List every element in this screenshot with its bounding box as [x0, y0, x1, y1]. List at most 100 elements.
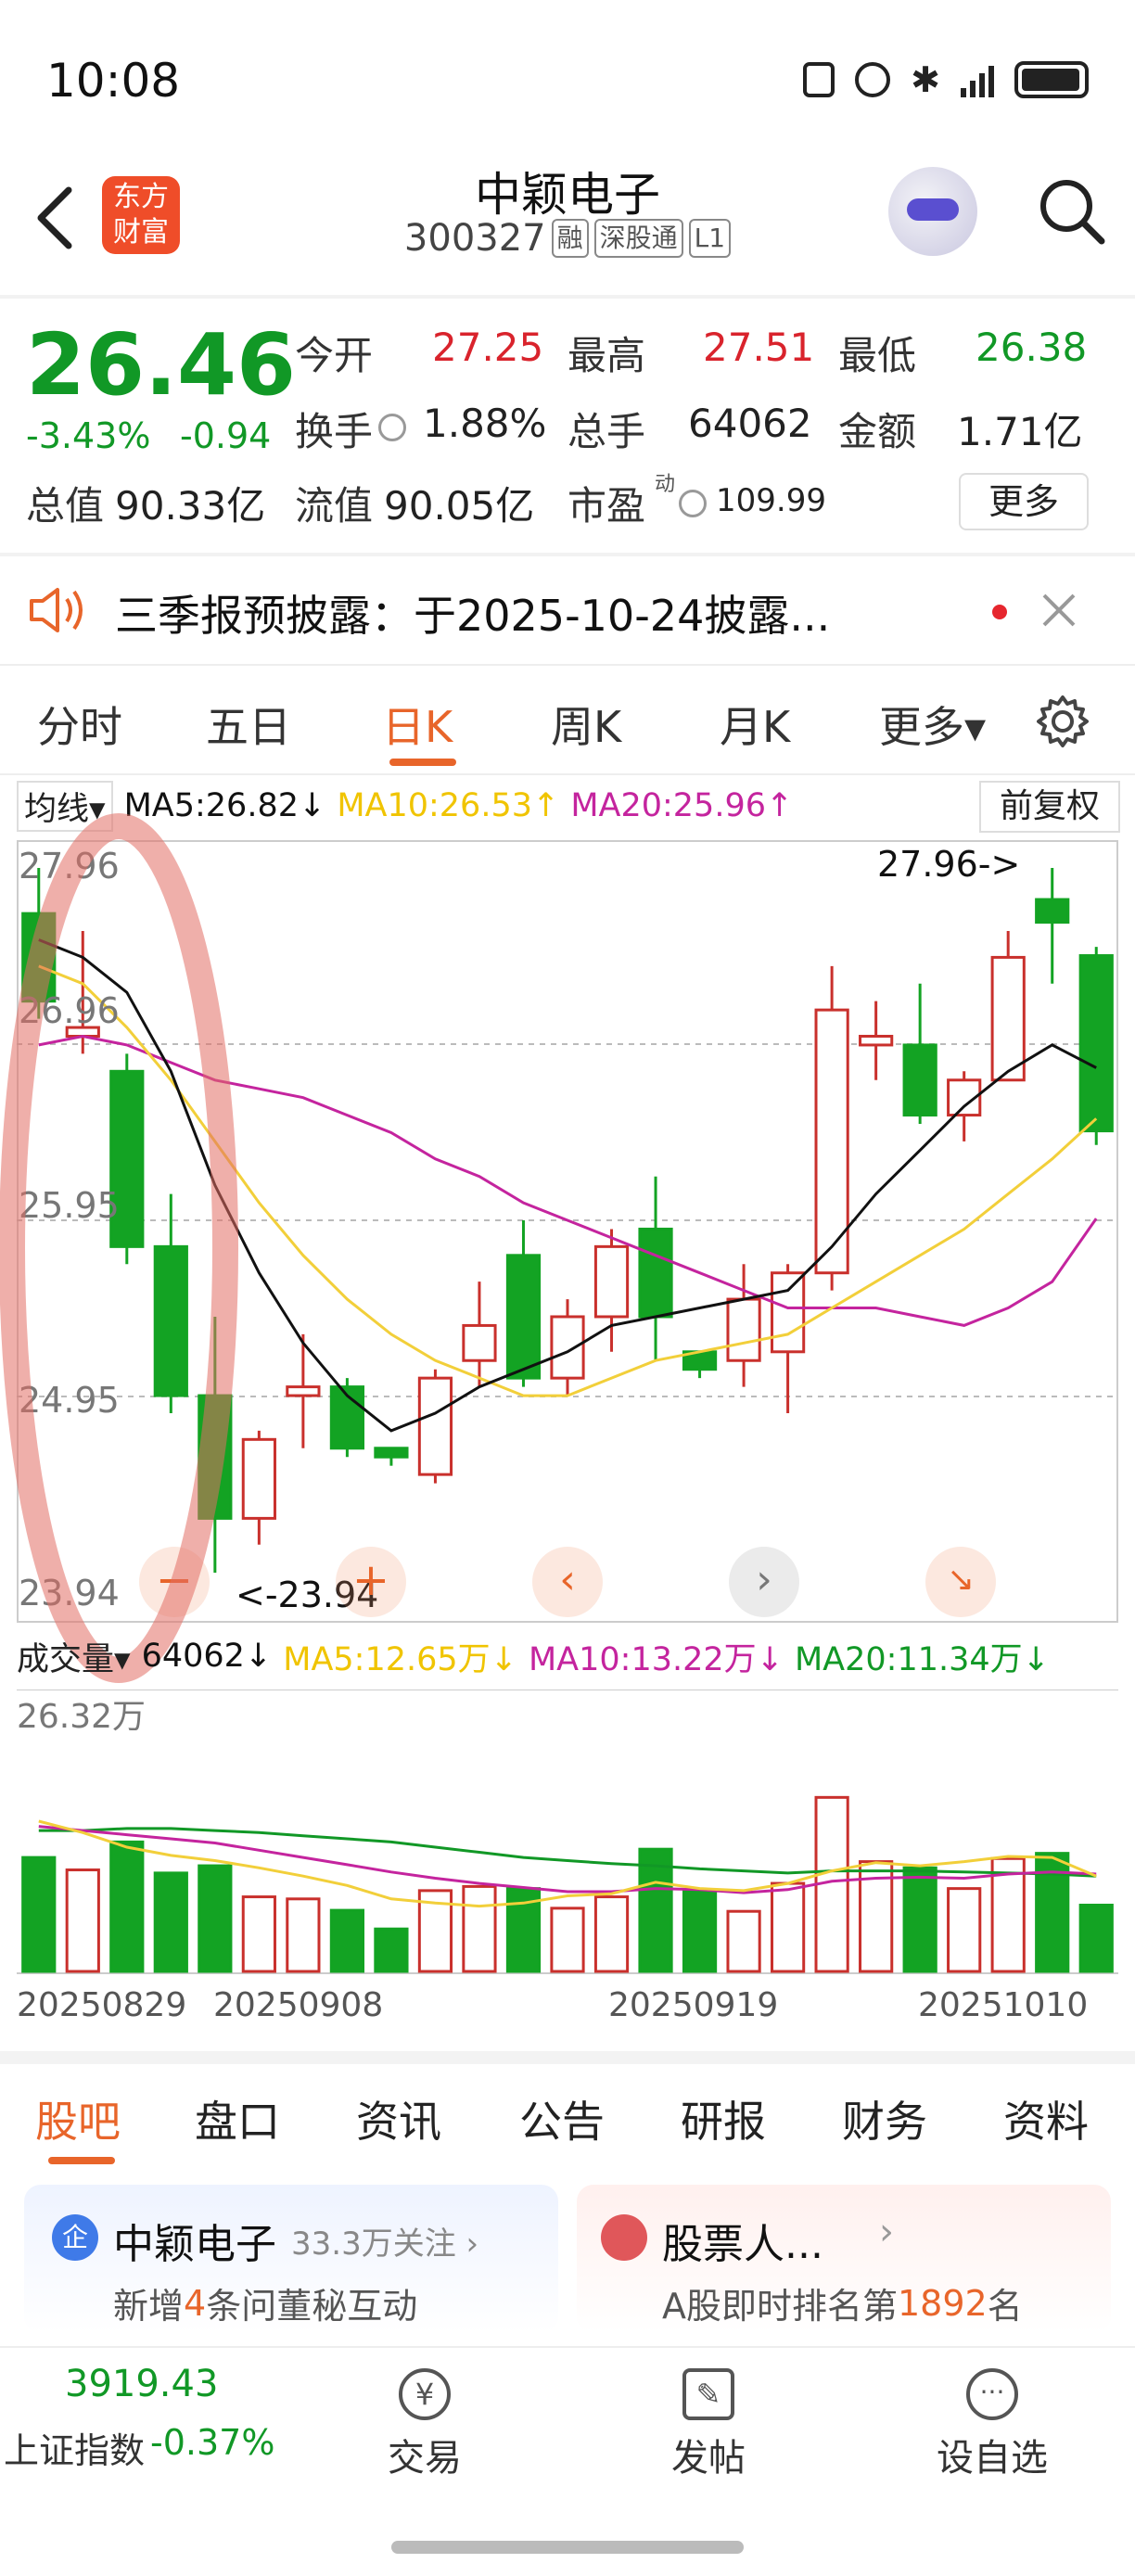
- robot-eye-icon: [907, 198, 959, 221]
- volume-bar-up: [593, 1895, 630, 1973]
- info-icon[interactable]: [378, 414, 406, 441]
- price-chart[interactable]: 27.96 26.96 25.95 24.95 23.94 27.96-> <-…: [0, 813, 1118, 1683]
- notice-bar[interactable]: 三季报预披露：于2025-10-24披露...: [0, 556, 1135, 664]
- enterprise-badge-icon: 企: [52, 2214, 98, 2261]
- rank-number: 1892: [898, 2282, 988, 2324]
- tab-intraday[interactable]: 分时: [37, 694, 122, 755]
- tab-profile[interactable]: 资料: [1003, 2088, 1089, 2149]
- candle-up: [770, 1271, 806, 1354]
- pe-info-icon[interactable]: [679, 490, 707, 517]
- candle-up: [241, 1437, 276, 1520]
- low-label: 最低: [838, 333, 917, 378]
- zoom-out-button[interactable]: −: [139, 1547, 210, 1617]
- candle-down: [21, 912, 57, 1003]
- tab-pankou[interactable]: 盘口: [195, 2088, 280, 2149]
- trade-label: 交易: [388, 2437, 462, 2480]
- tab-daily-k[interactable]: 日K: [382, 694, 453, 755]
- company-card-desc: 新增 4 条问董秘互动: [113, 2277, 417, 2328]
- adjust-button[interactable]: 前复权: [979, 781, 1120, 833]
- close-icon[interactable]: [1039, 590, 1079, 631]
- float-value: 90.05亿: [384, 483, 535, 529]
- scroll-right-button[interactable]: ›: [729, 1547, 799, 1617]
- more-button[interactable]: 更多: [959, 473, 1089, 530]
- tab-five-day[interactable]: 五日: [206, 694, 291, 755]
- ma-selector[interactable]: 均线▾: [17, 780, 113, 832]
- period-tabs: 分时 五日 日K 周K 月K 更多▾: [0, 666, 1135, 773]
- candle-up: [990, 955, 1026, 1082]
- battery-icon: [1014, 61, 1089, 98]
- header: 东方 财富 中颖电子 300327 融 深股通 L1: [0, 158, 1135, 287]
- y-label-3: 25.95: [19, 1185, 120, 1226]
- stock-code: 300327: [403, 217, 546, 260]
- volume-bar-up: [550, 1906, 585, 1973]
- date-label-1: 20250829: [17, 1986, 187, 2024]
- ma20-value: MA20:25.96↑: [570, 787, 794, 824]
- trade-button[interactable]: ¥ 交易: [360, 2368, 490, 2481]
- bluetooth-icon: ✱: [911, 59, 940, 100]
- bottom-nav: 3919.43 上证指数 -0.37% ¥ 交易 ✎ 发帖 ··· 设自选: [0, 2346, 1135, 2576]
- volume-bar-up: [462, 1884, 497, 1973]
- index-change: -0.37%: [150, 2422, 275, 2463]
- rank-suffix: 名: [987, 2286, 1023, 2327]
- settings-gear-icon[interactable]: [1035, 694, 1090, 749]
- status-icons: ✱: [803, 59, 1089, 100]
- candle-down: [198, 1394, 233, 1520]
- add-watchlist-button[interactable]: ··· 设自选: [927, 2368, 1057, 2481]
- candle-up: [726, 1297, 761, 1362]
- company-card[interactable]: 企 中颖电子 33.3万关注 › 新增 4 条问董秘互动: [24, 2185, 558, 2333]
- tab-announcement[interactable]: 公告: [519, 2088, 605, 2149]
- tab-guba[interactable]: 股吧: [35, 2088, 121, 2149]
- post-button[interactable]: ✎ 发帖: [644, 2368, 773, 2481]
- index-name: 上证指数: [4, 2430, 146, 2471]
- y-label-max: 27.96: [19, 846, 120, 886]
- y-label-min: 23.94: [19, 1573, 120, 1613]
- ma10-value: MA10:26.53↑: [337, 787, 560, 824]
- max-price-marker: 27.96->: [877, 844, 1021, 885]
- vol-ma5-value: MA5:12.65万↓: [283, 1640, 517, 1678]
- volume-bar-down: [329, 1908, 365, 1973]
- amount-value: 1.71亿: [957, 409, 1083, 454]
- ranking-card-desc: A股即时排名第 1892 名: [662, 2277, 1023, 2328]
- candle-down: [638, 1227, 673, 1319]
- scroll-left-button[interactable]: ‹: [532, 1547, 603, 1617]
- assistant-avatar[interactable]: [888, 167, 977, 256]
- volume-bar-up: [726, 1909, 761, 1973]
- tab-weekly-k[interactable]: 周K: [551, 694, 621, 755]
- ranking-card[interactable]: 股票人... › A股即时排名第 1892 名: [577, 2185, 1111, 2333]
- collapse-icon[interactable]: ↘: [925, 1547, 996, 1617]
- candle-down: [374, 1447, 409, 1459]
- low-value: 26.38: [976, 325, 1088, 370]
- volume-bar-up: [241, 1895, 276, 1973]
- volume-label: 总手: [568, 409, 646, 454]
- tab-news[interactable]: 资讯: [356, 2088, 441, 2149]
- volume-value: 64062↓: [141, 1638, 273, 1675]
- volume-bar-down: [109, 1840, 145, 1973]
- volume-selector[interactable]: 成交量▾: [17, 1633, 131, 1680]
- tab-research[interactable]: 研报: [681, 2088, 766, 2149]
- volume-bar-down: [153, 1871, 188, 1973]
- price-chart-svg: [17, 840, 1118, 1623]
- alarm-icon: [855, 62, 891, 97]
- zoom-in-button[interactable]: +: [336, 1547, 406, 1617]
- volume-bar-down: [374, 1927, 409, 1973]
- candle-up: [550, 1315, 585, 1380]
- desc-prefix: 新增: [113, 2286, 185, 2327]
- vol-ma5-line: [38, 1819, 1097, 1908]
- content-tab-indicator: [48, 2157, 115, 2164]
- change-amount: -0.94: [180, 415, 272, 456]
- tab-more[interactable]: 更多▾: [879, 694, 986, 755]
- ranking-card-arrow: ›: [879, 2211, 894, 2253]
- index-widget[interactable]: 3919.43 上证指数 -0.37%: [0, 2348, 278, 2496]
- tab-monthly-k[interactable]: 月K: [720, 694, 790, 755]
- volume-bar-down: [198, 1864, 233, 1973]
- index-value: 3919.43: [65, 2363, 219, 2405]
- volume-chart-svg: [17, 1690, 1118, 1974]
- volume-chart[interactable]: 26.32万: [17, 1690, 1118, 1975]
- date-label-4: 20251010: [918, 1986, 1089, 2024]
- volume-bar-up: [65, 1868, 100, 1973]
- search-icon[interactable]: [1035, 174, 1109, 249]
- speaker-icon: [26, 584, 85, 636]
- volume-bar-down: [1078, 1904, 1114, 1973]
- tab-finance[interactable]: 财务: [842, 2088, 927, 2149]
- mktcap-value: 90.33亿: [115, 483, 266, 529]
